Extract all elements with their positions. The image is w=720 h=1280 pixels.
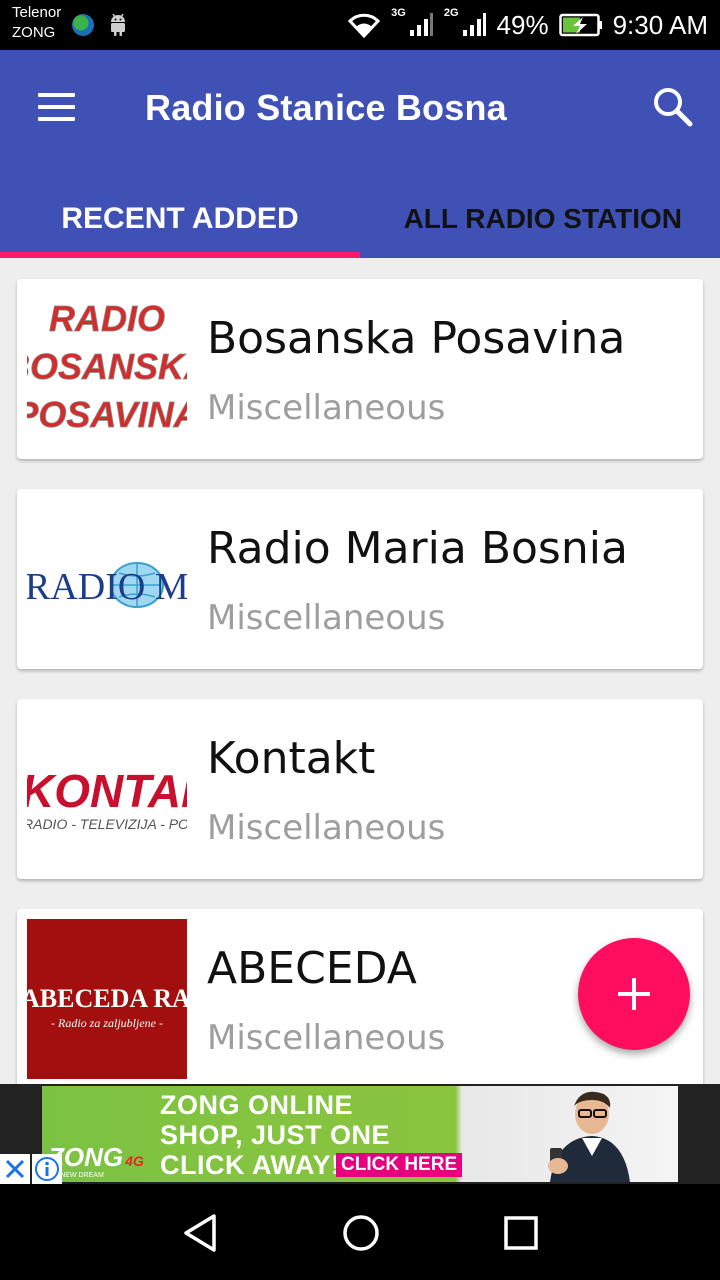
back-icon[interactable] bbox=[176, 1208, 226, 1258]
clock: 9:30 AM bbox=[612, 9, 708, 40]
station-name: Bosanska Posavina bbox=[207, 313, 626, 364]
station-category: Miscellaneous bbox=[207, 1018, 446, 1058]
ad-headline-1: ZONG ONLINE bbox=[160, 1090, 353, 1120]
ad-click-here-button[interactable]: CLICK HERE bbox=[336, 1153, 463, 1177]
tab-label: RECENT ADDED bbox=[61, 202, 299, 235]
tab-bar: RECENT ADDED ALL RADIO STATION bbox=[0, 180, 720, 258]
android-notification-icon bbox=[111, 13, 125, 36]
carrier-name-2: ZONG bbox=[12, 24, 56, 41]
network-3g-label: 3G bbox=[391, 7, 406, 19]
ad-brand-logo: ZONG 4G bbox=[48, 1142, 144, 1173]
system-nav-bar bbox=[0, 1184, 720, 1280]
ad-close-button[interactable] bbox=[0, 1154, 30, 1184]
logo-text: POSAVINA bbox=[27, 394, 187, 435]
ad-info-button[interactable] bbox=[32, 1154, 62, 1184]
ad-banner: ZONG ONLINE SHOP, JUST ONE CLICK AWAY! Z… bbox=[0, 1084, 720, 1184]
station-category: Miscellaneous bbox=[207, 808, 446, 848]
plus-icon bbox=[618, 978, 650, 1010]
home-icon[interactable] bbox=[336, 1208, 386, 1258]
ad-headline-3: CLICK AWAY! bbox=[160, 1150, 341, 1180]
station-name: Radio Maria Bosnia bbox=[207, 523, 628, 574]
station-card[interactable]: KONTAKT RADIO - TELEVIZIJA - POSAVINA Ko… bbox=[17, 699, 703, 879]
battery-percent: 49% bbox=[496, 9, 549, 40]
status-indicators: 3G 2G 49% 9:30 AM bbox=[347, 0, 708, 50]
station-logo-kontakt: KONTAKT RADIO - TELEVIZIJA - POSAVINA bbox=[27, 709, 187, 869]
app-bar: Radio Stanice Bosna RECENT ADDED ALL RAD… bbox=[0, 50, 720, 258]
station-category: Miscellaneous bbox=[207, 388, 446, 428]
station-name: ABECEDA bbox=[207, 943, 417, 994]
logo-text: BOSANSKA bbox=[27, 346, 187, 387]
battery-charging-icon bbox=[558, 13, 602, 37]
ad-headline-2: SHOP, JUST ONE bbox=[160, 1120, 391, 1150]
carrier-info: Telenor ZONG bbox=[12, 3, 61, 43]
signal-2g-icon bbox=[462, 13, 486, 36]
menu-line bbox=[38, 93, 75, 97]
logo-text: RADIO MARIA bbox=[27, 566, 187, 608]
globe-notification-icon bbox=[72, 14, 94, 36]
station-name: Kontakt bbox=[207, 733, 376, 784]
logo-text: - Radio za zaljubljene - bbox=[51, 1016, 163, 1030]
station-logo-bosanska-posavina: RADIO BOSANSKA POSAVINA bbox=[27, 289, 187, 449]
logo-text: RADIO bbox=[49, 298, 165, 339]
tab-label: ALL RADIO STATION bbox=[403, 203, 682, 234]
signal-3g-icon bbox=[409, 13, 433, 36]
screen: Telenor ZONG 3G 2G 49% 9:30 AM Radio Sta… bbox=[0, 0, 720, 1280]
app-title: Radio Stanice Bosna bbox=[145, 87, 507, 128]
search-icon[interactable] bbox=[648, 82, 696, 130]
logo-text: ABECEDA RADIO bbox=[27, 984, 187, 1013]
station-logo-abeceda: ABECEDA RADIO - Radio za zaljubljene - bbox=[27, 919, 187, 1079]
recents-icon[interactable] bbox=[496, 1208, 546, 1258]
hamburger-menu-icon[interactable] bbox=[28, 84, 84, 130]
menu-line bbox=[38, 117, 75, 121]
station-logo-radio-maria: RADIO MARIA bbox=[27, 499, 187, 659]
logo-text: RADIO - TELEVIZIJA - POSAVINA bbox=[27, 816, 187, 832]
ad-person-image bbox=[548, 1091, 630, 1182]
wifi-icon bbox=[348, 13, 381, 38]
carrier-name-1: Telenor bbox=[12, 4, 62, 21]
network-2g-label: 2G bbox=[443, 7, 459, 19]
tab-all-radio-station[interactable]: ALL RADIO STATION bbox=[360, 180, 720, 258]
station-card[interactable]: RADIO BOSANSKA POSAVINA Bosanska Posavin… bbox=[17, 279, 703, 459]
station-category: Miscellaneous bbox=[207, 598, 446, 638]
station-card[interactable]: RADIO MARIA Radio Maria Bosnia Miscellan… bbox=[17, 489, 703, 669]
tab-recent-added[interactable]: RECENT ADDED bbox=[0, 180, 360, 258]
status-bar: Telenor ZONG 3G 2G 49% 9:30 AM bbox=[0, 0, 720, 50]
info-icon bbox=[35, 1157, 59, 1181]
close-icon bbox=[5, 1159, 25, 1179]
ad-brand-suffix: 4G bbox=[125, 1153, 144, 1169]
menu-line bbox=[38, 105, 75, 109]
ad-creative[interactable]: ZONG ONLINE SHOP, JUST ONE CLICK AWAY! Z… bbox=[42, 1086, 678, 1182]
logo-text: KONTAKT bbox=[27, 765, 187, 817]
add-station-button[interactable] bbox=[578, 938, 690, 1050]
